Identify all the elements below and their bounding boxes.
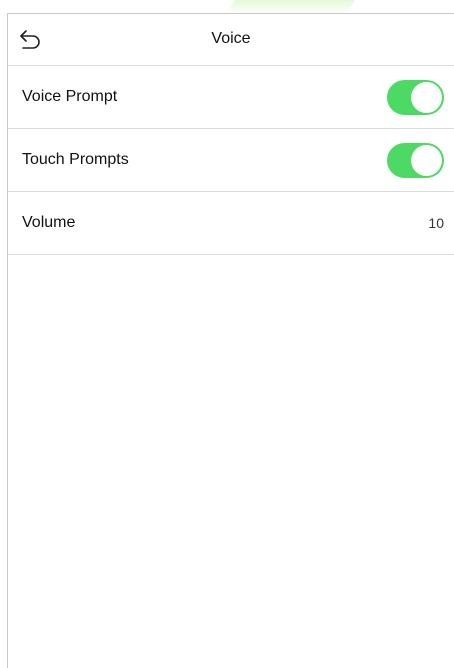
setting-row-volume[interactable]: Volume 10 xyxy=(8,192,454,255)
setting-row-touch-prompts[interactable]: Touch Prompts xyxy=(8,129,454,192)
background-decoration xyxy=(225,0,355,14)
header-bar: Voice xyxy=(8,14,454,66)
setting-row-voice-prompt[interactable]: Voice Prompt xyxy=(8,66,454,129)
touch-prompts-toggle[interactable] xyxy=(387,143,444,178)
setting-label: Voice Prompt xyxy=(22,88,118,105)
volume-value: 10 xyxy=(428,215,444,231)
toggle-knob xyxy=(411,145,442,176)
setting-label: Touch Prompts xyxy=(22,151,129,168)
toggle-knob xyxy=(411,82,442,113)
voice-prompt-toggle[interactable] xyxy=(387,80,444,115)
page-title: Voice xyxy=(211,30,251,47)
setting-label: Volume xyxy=(22,214,76,231)
page: Voice Voice Prompt Touch Prompts Volume … xyxy=(0,0,454,668)
voice-settings-screen: Voice Voice Prompt Touch Prompts Volume … xyxy=(7,13,454,668)
